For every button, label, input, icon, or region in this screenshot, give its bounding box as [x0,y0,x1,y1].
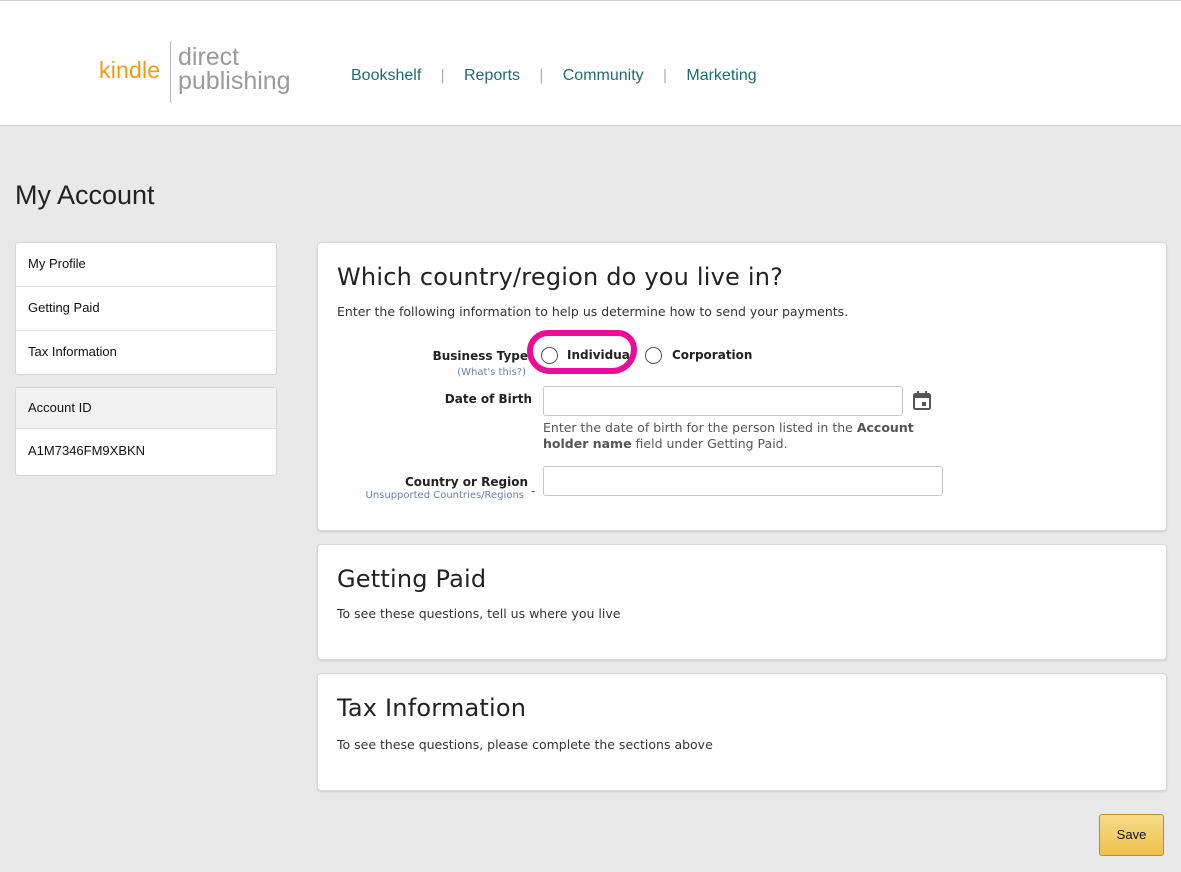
business-type-label: Business Type [432,349,528,363]
account-id-box: Account ID A1M7346FM9XBKN [15,387,277,476]
tax-information-title: Tax Information [337,694,527,722]
hint-text-start: Enter the date of birth for the person l… [543,420,853,435]
nav-separator: | [440,68,445,84]
sidebar-item-tax-information[interactable]: Tax Information [16,331,276,374]
nav-reports[interactable]: Reports [464,67,520,85]
site-header: kindle direct publishing Bookshelf | Rep… [0,0,1181,126]
getting-paid-text: To see these questions, tell us where yo… [337,606,621,621]
account-id-value: A1M7346FM9XBKN [28,443,146,458]
nav-bookshelf[interactable]: Bookshelf [351,67,421,85]
page-title: My Account [15,180,155,210]
individual-radio[interactable] [541,347,558,364]
tax-information-text: To see these questions, please complete … [337,737,713,752]
nav-separator: | [539,68,544,84]
date-of-birth-label: Date of Birth [444,392,532,406]
logo-publishing-text: publishing [178,67,291,95]
country-section-subtitle: Enter the following information to help … [337,304,849,319]
corporation-radio-label[interactable]: Corporation [672,348,752,362]
date-of-birth-input[interactable] [543,386,903,416]
nav-marketing[interactable]: Marketing [686,67,756,85]
sidebar-item-getting-paid[interactable]: Getting Paid [16,287,276,331]
nav-separator: | [662,68,668,84]
country-section-title: Which country/region do you live in? [337,263,784,291]
country-region-label: Country or Region [405,475,528,489]
unsupported-countries-link[interactable]: Unsupported Countries/Regions [366,490,525,501]
nav-community[interactable]: Community [563,67,644,85]
logo-divider [170,41,171,103]
hint-text-end: field under Getting Paid. [635,436,788,451]
country-region-input[interactable] [543,466,943,496]
individual-radio-label[interactable]: Individual [567,348,634,362]
date-of-birth-hint: Enter the date of birth for the person l… [543,420,943,452]
required-dash: - [531,484,536,498]
country-region-card: Which country/region do you live in? Ent… [317,242,1167,531]
sidebar-item-my-profile[interactable]: My Profile [16,243,276,287]
getting-paid-title: Getting Paid [337,565,487,593]
business-type-help-link[interactable]: (What's this?) [457,367,526,378]
logo-kindle-text: kindle [99,57,161,83]
main-nav: Bookshelf | Reports | Community | Market… [351,67,757,85]
account-sidebar-nav: My Profile Getting Paid Tax Information [15,242,277,375]
calendar-icon[interactable] [913,391,931,410]
save-button[interactable]: Save [1099,814,1164,856]
tax-information-card: Tax Information To see these questions, … [317,673,1167,791]
corporation-radio[interactable] [645,347,662,364]
account-id-heading: Account ID [16,388,276,429]
getting-paid-card: Getting Paid To see these questions, tel… [317,544,1167,660]
